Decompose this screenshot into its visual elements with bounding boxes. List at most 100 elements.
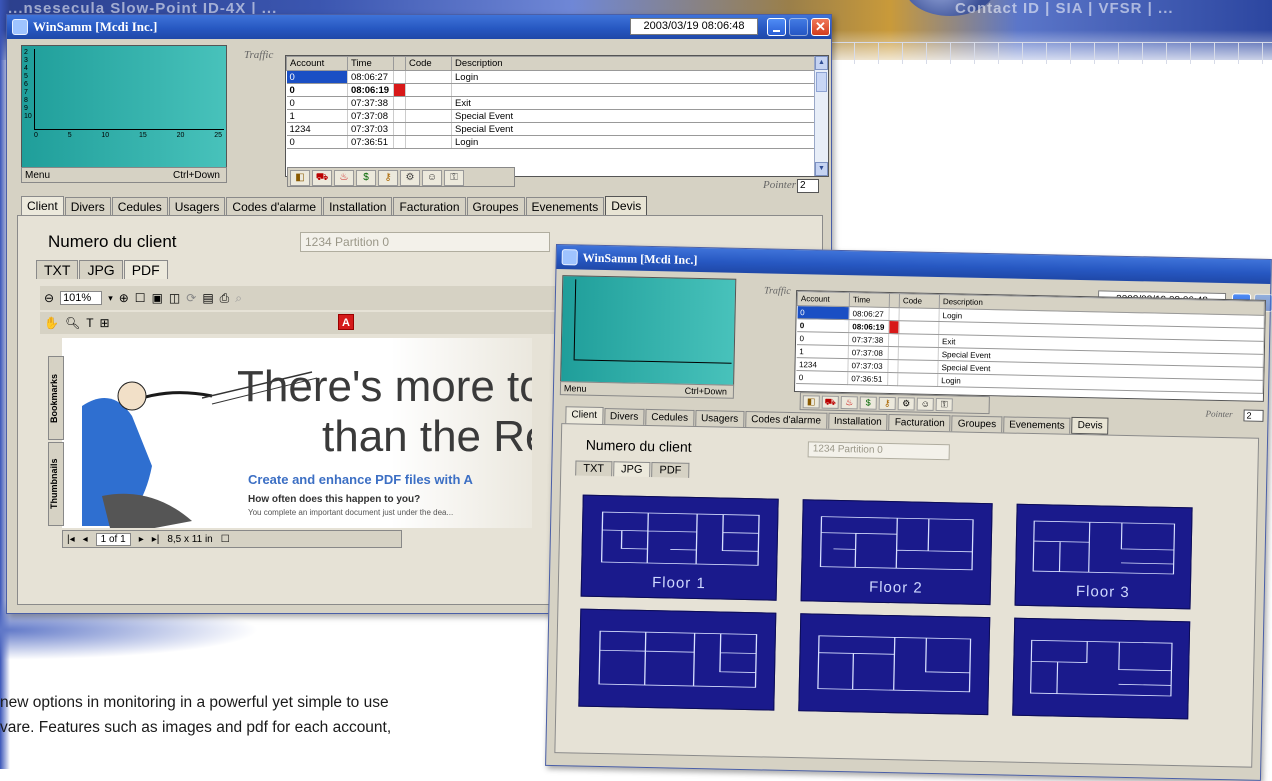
subtab-pdf[interactable]: PDF [651, 462, 690, 478]
zoom-tool-icon[interactable]: 🔍︎ [65, 316, 80, 330]
tab-evenements[interactable]: Evenements [525, 197, 605, 216]
page-icon[interactable]: ☐ [135, 291, 146, 305]
column-header-code[interactable]: Code [899, 293, 940, 309]
page-indicator[interactable]: 1 of 1 [95, 532, 131, 546]
scroll-up-icon[interactable]: ▲ [815, 56, 828, 70]
subtab-jpg[interactable]: JPG [79, 260, 123, 279]
fit-width-icon[interactable]: ◫ [169, 291, 180, 305]
print-icon[interactable]: ⎙ [220, 291, 230, 306]
column-header-code[interactable]: Code [405, 56, 452, 71]
table-row[interactable]: 0 08:06:19 [286, 83, 828, 97]
tab-facturation[interactable]: Facturation [888, 414, 951, 432]
car-icon[interactable]: ⛟ [821, 395, 839, 409]
snapshot-icon[interactable]: ⊞ [100, 316, 110, 330]
scroll-thumb[interactable] [816, 72, 827, 92]
nav-prev-icon[interactable]: ◂ [83, 534, 88, 545]
tab-installation[interactable]: Installation [827, 412, 888, 430]
chevron-down-icon[interactable]: ▾ [108, 293, 113, 304]
client-number-field[interactable]: 1234 Partition 0 [300, 232, 550, 252]
gear-icon[interactable]: ⚙ [400, 170, 420, 186]
key-icon[interactable]: ⚷ [878, 396, 896, 411]
column-header-account[interactable]: Account [286, 56, 348, 71]
floor-plan-image[interactable] [578, 608, 777, 711]
close-button[interactable]: ✕ [811, 18, 830, 36]
table-row[interactable]: 1 07:37:08 Special Event [286, 109, 828, 123]
subtab-jpg[interactable]: JPG [612, 461, 651, 478]
nav-last-icon[interactable]: ▸| [152, 534, 160, 545]
pointer-field[interactable]: 2 [797, 179, 819, 193]
thumbnails-tab[interactable]: Thumbnails [48, 442, 64, 526]
tab-divers[interactable]: Divers [603, 408, 645, 425]
table-row[interactable]: 1234 07:37:03 Special Event [286, 122, 828, 136]
fit-page-icon[interactable]: ▣ [152, 291, 163, 305]
zoom-out-icon[interactable]: ⊖ [44, 291, 54, 305]
hand-tool-icon[interactable]: ✋ [44, 316, 59, 330]
floor-plan-image[interactable]: Floor 3 [1014, 503, 1193, 610]
menu-bar[interactable]: Menu Ctrl+Down [559, 381, 735, 399]
tab-usagers[interactable]: Usagers [694, 409, 745, 427]
tab-divers[interactable]: Divers [64, 197, 111, 216]
lock-icon[interactable]: ⚿ [935, 397, 953, 412]
tab-codes-alarme[interactable]: Codes d'alarme [226, 197, 323, 216]
tab-codes-alarme[interactable]: Codes d'alarme [745, 411, 828, 429]
event-grid[interactable]: Account Time Code Description 0 08:06:27… [793, 290, 1266, 402]
tab-devis[interactable]: Devis [1071, 416, 1109, 435]
tab-groupes[interactable]: Groupes [466, 197, 525, 216]
subtab-txt[interactable]: TXT [36, 260, 79, 279]
tab-cedules[interactable]: Cedules [111, 197, 168, 216]
bookmarks-tab[interactable]: Bookmarks [48, 356, 64, 440]
tab-cedules[interactable]: Cedules [645, 408, 695, 426]
tab-devis[interactable]: Devis [605, 196, 648, 216]
window-titlebar[interactable]: WinSamm [Mcdi Inc.] 2003/03/19 08:06:48 … [7, 15, 831, 39]
nav-first-icon[interactable]: |◂ [67, 534, 75, 545]
floor-plan-image[interactable] [798, 613, 991, 716]
zoom-level[interactable]: 101% [60, 291, 103, 305]
fire-icon[interactable]: ♨ [840, 395, 858, 410]
key-icon[interactable]: ⚷ [378, 170, 398, 186]
lock-icon[interactable]: ⚿ [444, 170, 464, 186]
subtab-pdf[interactable]: PDF [123, 260, 168, 279]
tab-evenements[interactable]: Evenements [1002, 416, 1071, 434]
rotate-icon[interactable]: ⟳ [186, 291, 196, 305]
scroll-down-icon[interactable]: ▼ [815, 162, 828, 176]
tab-client[interactable]: Client [565, 406, 604, 426]
text-select-icon[interactable]: T [86, 316, 93, 330]
tab-facturation[interactable]: Facturation [393, 197, 466, 216]
pdf-document[interactable]: There's more to than the Re Create and e… [62, 338, 532, 528]
floor-plan-image[interactable]: Floor 1 [580, 494, 779, 601]
fire-icon[interactable]: ♨ [334, 170, 354, 186]
table-row[interactable]: 0 07:36:51 Login [286, 135, 828, 149]
maximize-button[interactable] [789, 18, 808, 36]
people-icon[interactable]: ☺ [422, 170, 442, 186]
floor-plan-image[interactable]: Floor 2 [800, 499, 993, 606]
adobe-icon[interactable]: A [338, 314, 354, 330]
money-icon[interactable]: $ [356, 170, 376, 186]
column-header-time[interactable]: Time [849, 292, 890, 308]
people-icon[interactable]: ☺ [916, 397, 934, 411]
tab-client[interactable]: Client [21, 196, 64, 217]
column-header-description[interactable]: Description [451, 56, 828, 71]
table-row[interactable]: 0 08:06:27 Login [286, 70, 828, 84]
column-header-time[interactable]: Time [347, 56, 394, 71]
camera-icon[interactable]: ◧ [290, 170, 310, 186]
pointer-field[interactable]: 2 [1243, 409, 1264, 422]
save-icon[interactable]: ▤ [202, 291, 213, 305]
grid-scrollbar[interactable]: ▲ ▼ [814, 56, 828, 176]
menu-bar[interactable]: Menu Ctrl+Down [21, 167, 227, 183]
column-header-account[interactable]: Account [797, 291, 850, 307]
event-grid[interactable]: Account Time Code Description 0 08:06:27… [285, 55, 829, 177]
camera-icon[interactable]: ◧ [802, 395, 820, 409]
tab-installation[interactable]: Installation [323, 197, 393, 216]
menu-label[interactable]: Menu [25, 170, 50, 181]
subtab-txt[interactable]: TXT [575, 460, 613, 477]
zoom-in-icon[interactable]: ⊕ [119, 291, 129, 305]
tab-groupes[interactable]: Groupes [951, 415, 1003, 433]
search-icon[interactable]: ⌕ [235, 291, 242, 306]
car-icon[interactable]: ⛟ [312, 170, 332, 186]
table-row[interactable]: 0 07:37:38 Exit [286, 96, 828, 110]
gear-icon[interactable]: ⚙ [897, 397, 915, 411]
money-icon[interactable]: $ [859, 396, 877, 410]
single-page-icon[interactable]: ☐ [221, 534, 230, 545]
menu-label[interactable]: Menu [564, 383, 587, 393]
tab-usagers[interactable]: Usagers [168, 197, 226, 216]
